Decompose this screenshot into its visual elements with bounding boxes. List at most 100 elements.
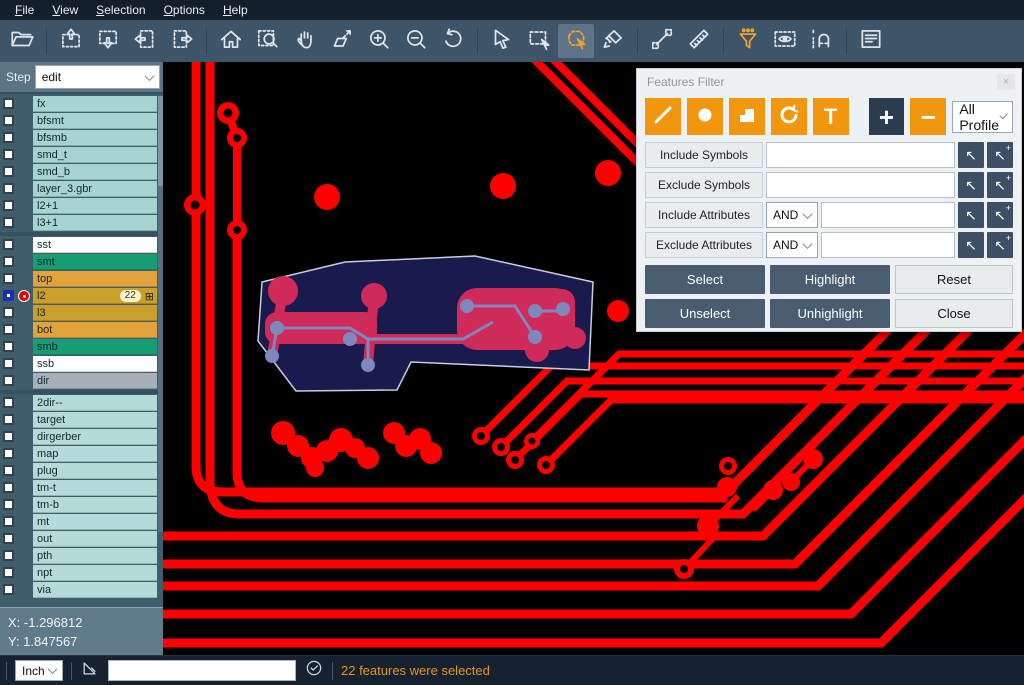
layer-checkbox[interactable] [3, 499, 14, 510]
pan-up-button[interactable] [53, 24, 89, 58]
select-rectangle-button[interactable] [521, 24, 557, 58]
step-select[interactable]: edit [35, 65, 160, 89]
layer-row-fx[interactable]: fx [0, 96, 163, 112]
zoom-previous-button[interactable] [435, 24, 471, 58]
zoom-out-button[interactable] [398, 24, 434, 58]
layer-row-pth[interactable]: pth [0, 548, 163, 564]
layer-checkbox[interactable] [3, 341, 14, 352]
clear-highlight-button[interactable] [595, 24, 631, 58]
layer-checkbox[interactable] [3, 533, 14, 544]
filter-surfaces-button[interactable] [729, 98, 765, 135]
menu-item-file[interactable]: File [6, 1, 43, 19]
layer-name[interactable]: smd_b [33, 164, 157, 180]
select-button[interactable]: Select [645, 265, 765, 294]
layer-row-smb[interactable]: smb [0, 339, 163, 355]
layer-checkbox[interactable] [3, 550, 14, 561]
layer-checkbox[interactable] [3, 465, 14, 476]
layer-row-dir[interactable]: dir [0, 373, 163, 389]
filter-arcs-button[interactable] [771, 98, 807, 135]
assign-from-canvas-button[interactable]: ↖ [958, 202, 984, 228]
layer-name[interactable]: smd_t [33, 147, 157, 163]
layer-checkbox[interactable] [3, 307, 14, 318]
layer-name[interactable]: l3 [33, 305, 157, 321]
layer-row-top[interactable]: top [0, 271, 163, 287]
layer-row-bot[interactable]: bot [0, 322, 163, 338]
layer-name[interactable]: map [33, 446, 157, 462]
select-polygon-button[interactable] [558, 24, 594, 58]
pan-down-button[interactable] [90, 24, 126, 58]
layer-row-smd_b[interactable]: smd_b [0, 164, 163, 180]
layer-name[interactable]: npt [33, 565, 157, 581]
layer-name[interactable]: dir [33, 373, 157, 389]
layer-name[interactable]: layer_3.gbr [33, 181, 157, 197]
layer-row-sst[interactable]: sst [0, 237, 163, 253]
assign-add-button[interactable]: ↖+ [987, 202, 1013, 228]
operator-select[interactable]: AND [766, 202, 818, 228]
assign-from-canvas-button[interactable]: ↖ [958, 172, 984, 198]
unselect-button[interactable]: Unselect [645, 299, 765, 328]
assign-from-canvas-button[interactable]: ↖ [958, 232, 984, 258]
layer-row-map[interactable]: map [0, 446, 163, 462]
layer-row-tm-b[interactable]: tm-b [0, 497, 163, 513]
layer-row-l2+1[interactable]: l2+1 [0, 198, 163, 214]
layer-checkbox[interactable] [3, 448, 14, 459]
exclude-symbols-button[interactable]: Exclude Symbols [645, 172, 763, 198]
layer-row-layer_3.gbr[interactable]: layer_3.gbr [0, 181, 163, 197]
layer-checkbox[interactable] [3, 183, 14, 194]
command-input[interactable] [108, 660, 296, 681]
layer-checkbox[interactable] [3, 397, 14, 408]
layer-row-bfsmb[interactable]: bfsmb [0, 130, 163, 146]
pcb-canvas[interactable]: Features Filter × T + − All Profile [163, 62, 1024, 655]
layer-row-npt[interactable]: npt [0, 565, 163, 581]
layer-row-ssb[interactable]: ssb [0, 356, 163, 372]
pan-right-button[interactable] [164, 24, 200, 58]
layer-checkbox[interactable] [3, 200, 14, 211]
layer-checkbox[interactable] [3, 290, 14, 301]
unit-select[interactable]: Inch [15, 660, 63, 681]
remove-filter-button[interactable]: − [910, 98, 946, 135]
layer-row-tm-t[interactable]: tm-t [0, 480, 163, 496]
zoom-selected-button[interactable] [324, 24, 360, 58]
include-attributes-button[interactable]: Include Attributes [645, 202, 763, 228]
filter-text-button[interactable]: T [813, 98, 849, 135]
assign-add-button[interactable]: ↖+ [987, 142, 1013, 168]
add-filter-button[interactable]: + [869, 98, 905, 135]
layer-checkbox[interactable] [3, 567, 14, 578]
layer-row-l3+1[interactable]: l3+1 [0, 215, 163, 231]
layer-name[interactable]: target [33, 412, 157, 428]
layer-row-smd_t[interactable]: smd_t [0, 147, 163, 163]
layer-name[interactable]: smb [33, 339, 157, 355]
layer-name[interactable]: 2dir-- [33, 395, 157, 411]
layer-checkbox[interactable] [3, 358, 14, 369]
layer-name[interactable]: l2+1 [33, 198, 157, 214]
filter-value-input[interactable] [821, 232, 955, 258]
corner-angle-icon[interactable] [80, 658, 100, 683]
layer-name[interactable]: plug [33, 463, 157, 479]
pan-left-button[interactable] [127, 24, 163, 58]
layer-row-smt[interactable]: smt [0, 254, 163, 270]
layer-checkbox[interactable] [3, 431, 14, 442]
pan-hand-button[interactable] [287, 24, 323, 58]
layer-checkbox[interactable] [3, 256, 14, 267]
zoom-window-button[interactable] [250, 24, 286, 58]
layer-row-2dir--[interactable]: 2dir-- [0, 395, 163, 411]
dialog-title-bar[interactable]: Features Filter × [637, 69, 1021, 94]
layer-name[interactable]: mt [33, 514, 157, 530]
layer-checkbox[interactable] [3, 516, 14, 527]
layer-row-target[interactable]: target [0, 412, 163, 428]
layer-checkbox[interactable] [3, 239, 14, 250]
layer-checkbox[interactable] [3, 584, 14, 595]
snap-button[interactable] [804, 24, 840, 58]
filter-lines-button[interactable] [645, 98, 681, 135]
layer-checkbox[interactable] [3, 115, 14, 126]
layer-row-via[interactable]: via [0, 582, 163, 598]
filter-value-input[interactable] [821, 202, 955, 228]
layer-checkbox[interactable] [3, 217, 14, 228]
close-button[interactable]: Close [895, 299, 1013, 328]
layer-name[interactable]: top [33, 271, 157, 287]
layer-table-icon[interactable]: ⊞ [145, 290, 154, 303]
view-options-button[interactable] [767, 24, 803, 58]
layer-name[interactable]: fx [33, 96, 157, 112]
layer-name[interactable]: via [33, 582, 157, 598]
layer-checkbox[interactable] [3, 273, 14, 284]
